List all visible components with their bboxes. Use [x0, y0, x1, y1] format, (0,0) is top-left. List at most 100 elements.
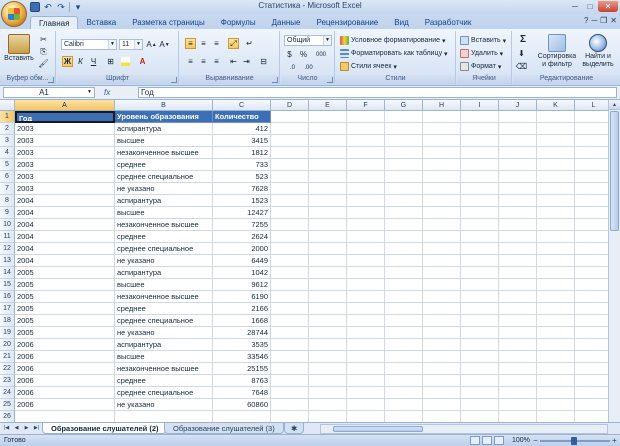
empty-cell[interactable] [309, 243, 347, 255]
row-header[interactable]: 3 [0, 135, 15, 147]
table-cell[interactable]: среднее [115, 303, 213, 315]
table-cell[interactable]: не указано [115, 183, 213, 195]
next-sheet-icon[interactable]: ▶ [22, 424, 31, 433]
grow-font-icon[interactable]: A ▲ [146, 39, 157, 50]
format-painter-icon[interactable]: 🖌 [38, 58, 49, 69]
close-icon[interactable]: ✕ [598, 1, 618, 12]
normal-view-icon[interactable] [470, 436, 480, 445]
empty-cell[interactable] [271, 207, 309, 219]
autosum-button[interactable]: Σ [516, 34, 530, 45]
empty-cell[interactable] [461, 351, 499, 363]
empty-cell[interactable] [461, 207, 499, 219]
empty-cell[interactable] [499, 291, 537, 303]
empty-cell[interactable] [423, 231, 461, 243]
table-cell[interactable]: 12427 [213, 207, 271, 219]
empty-cell[interactable] [385, 351, 423, 363]
select-all-corner[interactable] [0, 100, 15, 111]
horizontal-scroll-thumb[interactable] [333, 426, 423, 432]
empty-cell[interactable] [499, 267, 537, 279]
empty-cell[interactable] [461, 387, 499, 399]
table-cell[interactable]: 2005 [15, 303, 115, 315]
column-header-f[interactable]: F [347, 100, 385, 111]
empty-cell[interactable] [461, 123, 499, 135]
empty-cell[interactable] [309, 255, 347, 267]
table-cell[interactable]: 2006 [15, 363, 115, 375]
table-cell[interactable]: не указано [115, 255, 213, 267]
empty-cell[interactable] [271, 255, 309, 267]
row-header[interactable]: 21 [0, 351, 15, 363]
empty-cell[interactable] [461, 243, 499, 255]
empty-cell[interactable] [271, 387, 309, 399]
empty-cell[interactable] [461, 279, 499, 291]
empty-cell[interactable] [271, 375, 309, 387]
row-header[interactable]: 2 [0, 123, 15, 135]
table-cell[interactable]: 412 [213, 123, 271, 135]
empty-cell[interactable] [537, 291, 575, 303]
empty-cell[interactable] [309, 327, 347, 339]
increase-decimal-icon[interactable]: .0 [287, 62, 298, 73]
empty-cell[interactable] [423, 351, 461, 363]
empty-cell[interactable] [423, 207, 461, 219]
empty-cell[interactable] [461, 315, 499, 327]
empty-cell[interactable] [309, 399, 347, 411]
empty-cell[interactable] [423, 303, 461, 315]
empty-cell[interactable] [499, 327, 537, 339]
empty-cell[interactable] [347, 363, 385, 375]
row-header[interactable]: 19 [0, 327, 15, 339]
empty-cell[interactable] [271, 243, 309, 255]
empty-cell[interactable] [271, 147, 309, 159]
table-cell[interactable]: не указано [115, 399, 213, 411]
empty-cell[interactable] [461, 195, 499, 207]
row-header[interactable]: 22 [0, 363, 15, 375]
empty-cell[interactable] [347, 303, 385, 315]
first-sheet-icon[interactable]: |◀ [2, 424, 11, 433]
table-cell[interactable]: 7628 [213, 183, 271, 195]
empty-cell[interactable] [423, 195, 461, 207]
workbook-close-icon[interactable]: ✕ [610, 16, 617, 25]
empty-cell[interactable] [271, 303, 309, 315]
empty-cell[interactable] [309, 111, 347, 123]
table-cell[interactable]: 2005 [15, 315, 115, 327]
zoom-in-icon[interactable]: + [612, 435, 617, 446]
empty-cell[interactable] [499, 243, 537, 255]
row-header[interactable]: 1 [0, 111, 15, 123]
empty-cell[interactable] [271, 411, 309, 422]
empty-cell[interactable] [423, 171, 461, 183]
empty-cell[interactable] [347, 147, 385, 159]
empty-cell[interactable] [423, 411, 461, 422]
table-cell[interactable]: среднее специальное [115, 243, 213, 255]
copy-icon[interactable]: ⎘ [38, 46, 49, 57]
font-color-icon[interactable]: A [137, 56, 148, 67]
empty-cell[interactable] [537, 231, 575, 243]
row-header[interactable]: 15 [0, 279, 15, 291]
empty-cell[interactable] [537, 279, 575, 291]
row-header[interactable]: 11 [0, 231, 15, 243]
table-header-cell[interactable]: Год [15, 111, 115, 123]
empty-cell[interactable] [423, 159, 461, 171]
row-header[interactable]: 7 [0, 183, 15, 195]
empty-cell[interactable] [385, 135, 423, 147]
zoom-slider[interactable] [540, 437, 610, 445]
last-sheet-icon[interactable]: ▶| [32, 424, 41, 433]
empty-cell[interactable] [271, 315, 309, 327]
empty-cell[interactable] [309, 279, 347, 291]
empty-cell[interactable] [537, 243, 575, 255]
maximize-icon[interactable]: □ [583, 1, 597, 12]
empty-cell[interactable] [423, 387, 461, 399]
empty-cell[interactable] [309, 207, 347, 219]
empty-cell[interactable] [347, 207, 385, 219]
table-cell[interactable]: 1042 [213, 267, 271, 279]
empty-cell[interactable] [271, 171, 309, 183]
column-header-e[interactable]: E [309, 100, 347, 111]
empty-cell[interactable] [347, 183, 385, 195]
empty-cell[interactable] [271, 183, 309, 195]
empty-cell[interactable] [423, 243, 461, 255]
table-cell[interactable]: 733 [213, 159, 271, 171]
column-header-c[interactable]: C [213, 100, 271, 111]
table-header-cell[interactable]: Уровень образования [115, 111, 213, 123]
row-header[interactable]: 6 [0, 171, 15, 183]
font-size-select[interactable]: 11 ▼ [119, 39, 143, 50]
empty-cell[interactable] [347, 411, 385, 422]
empty-cell[interactable] [537, 171, 575, 183]
empty-cell[interactable] [537, 255, 575, 267]
